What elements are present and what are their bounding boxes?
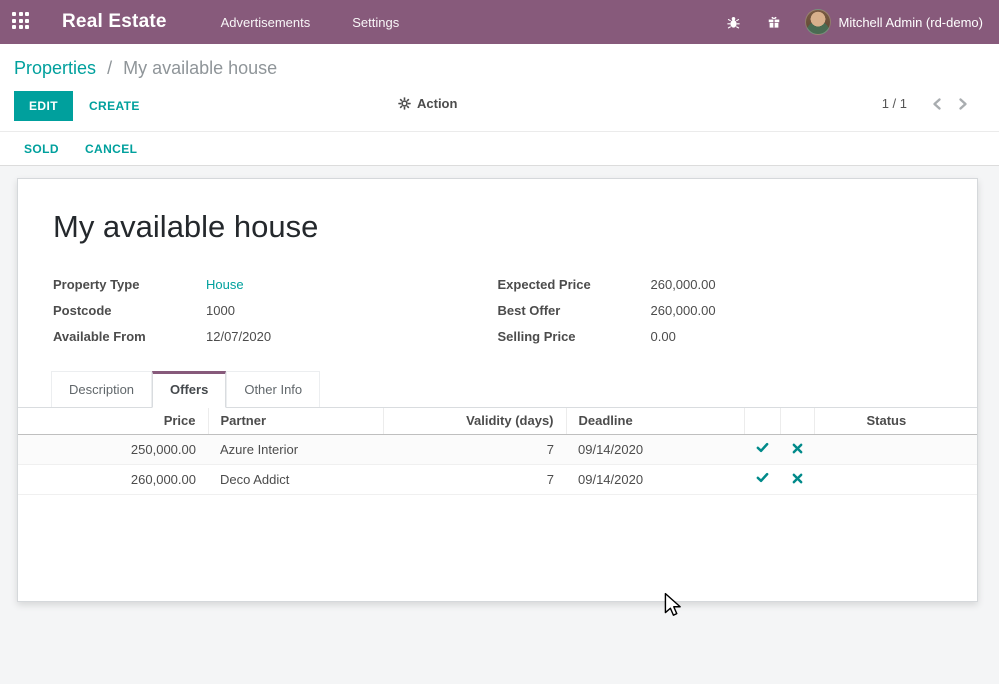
action-menu-label: Action [417,96,457,111]
breadcrumb-current: My available house [123,58,277,78]
notebook-tabs: Description Offers Other Info [18,371,977,408]
column-header-deadline[interactable]: Deadline [566,408,744,434]
refuse-offer-button[interactable] [788,440,807,459]
cancel-button[interactable]: CANCEL [85,142,137,156]
breadcrumb-properties-link[interactable]: Properties [14,58,96,78]
field-groups: Property Type House Postcode 1000 Availa… [53,277,942,344]
offer-row-deco-addict[interactable]: 260,000.00 Deco Addict 7 09/14/2020 [18,464,978,494]
column-header-price[interactable]: Price [18,408,208,434]
app-name-menu[interactable]: Real Estate [62,11,167,33]
field-group-left: Property Type House Postcode 1000 Availa… [53,277,498,344]
edit-button[interactable]: EDIT [14,91,73,121]
offer-row-azure-interior[interactable]: 250,000.00 Azure Interior 7 09/14/2020 [18,434,978,464]
pager-next-icon[interactable] [957,97,969,111]
action-menu-button[interactable]: Action [398,96,457,111]
top-navbar: Real Estate Advertisements Settings Mitc… [0,0,999,44]
apps-grid-icon[interactable] [12,12,32,32]
field-label-selling-price: Selling Price [498,329,651,344]
offers-table-header-row: Price Partner Validity (days) Deadline S… [18,408,978,434]
create-button[interactable]: CREATE [89,99,140,113]
offer-partner: Azure Interior [208,434,383,464]
offer-deadline: 09/14/2020 [566,464,744,494]
tab-other-info[interactable]: Other Info [226,371,320,407]
field-value-property-type[interactable]: House [206,277,498,292]
gear-icon [398,97,411,110]
field-value-postcode: 1000 [206,303,498,318]
user-menu[interactable]: Mitchell Admin (rd-demo) [839,15,984,30]
tab-description[interactable]: Description [51,371,152,407]
nav-menu-settings[interactable]: Settings [352,15,399,30]
offer-status [814,464,978,494]
sold-button[interactable]: SOLD [24,142,59,156]
field-label-property-type: Property Type [53,277,206,292]
field-value-expected-price: 260,000.00 [651,277,943,292]
nav-menu-advertisements[interactable]: Advertisements [221,15,311,30]
breadcrumb: Properties / My available house [14,58,983,79]
field-value-available-from: 12/07/2020 [206,329,498,344]
column-header-status[interactable]: Status [814,408,978,434]
offer-deadline: 09/14/2020 [566,434,744,464]
pager-count: 1 / 1 [882,96,907,111]
column-header-refuse [780,408,814,434]
form-sheet: My available house Property Type House P… [17,178,978,602]
offer-partner: Deco Addict [208,464,383,494]
user-avatar[interactable] [805,9,831,35]
field-value-selling-price: 0.00 [651,329,943,344]
gift-icon[interactable] [767,15,781,29]
pager-previous-icon[interactable] [931,97,943,111]
field-label-expected-price: Expected Price [498,277,651,292]
offer-validity: 7 [383,434,566,464]
offer-validity: 7 [383,464,566,494]
offer-price: 260,000.00 [18,464,208,494]
control-panel: Properties / My available house EDIT CRE… [0,44,999,131]
offers-table: Price Partner Validity (days) Deadline S… [18,408,978,495]
tab-offers[interactable]: Offers [152,371,226,408]
property-title: My available house [53,209,942,245]
field-group-right: Expected Price 260,000.00 Best Offer 260… [498,277,943,344]
field-label-available-from: Available From [53,329,206,344]
accept-offer-button[interactable] [752,469,773,489]
refuse-offer-button[interactable] [788,470,807,489]
column-header-accept [744,408,780,434]
field-value-best-offer: 260,000.00 [651,303,943,318]
accept-offer-button[interactable] [752,439,773,459]
field-label-best-offer: Best Offer [498,303,651,318]
bug-icon[interactable] [726,15,741,30]
column-header-partner[interactable]: Partner [208,408,383,434]
breadcrumb-separator: / [107,58,112,78]
field-label-postcode: Postcode [53,303,206,318]
column-header-validity[interactable]: Validity (days) [383,408,566,434]
form-statusbar: SOLD CANCEL [0,131,999,166]
offer-status [814,434,978,464]
offer-price: 250,000.00 [18,434,208,464]
